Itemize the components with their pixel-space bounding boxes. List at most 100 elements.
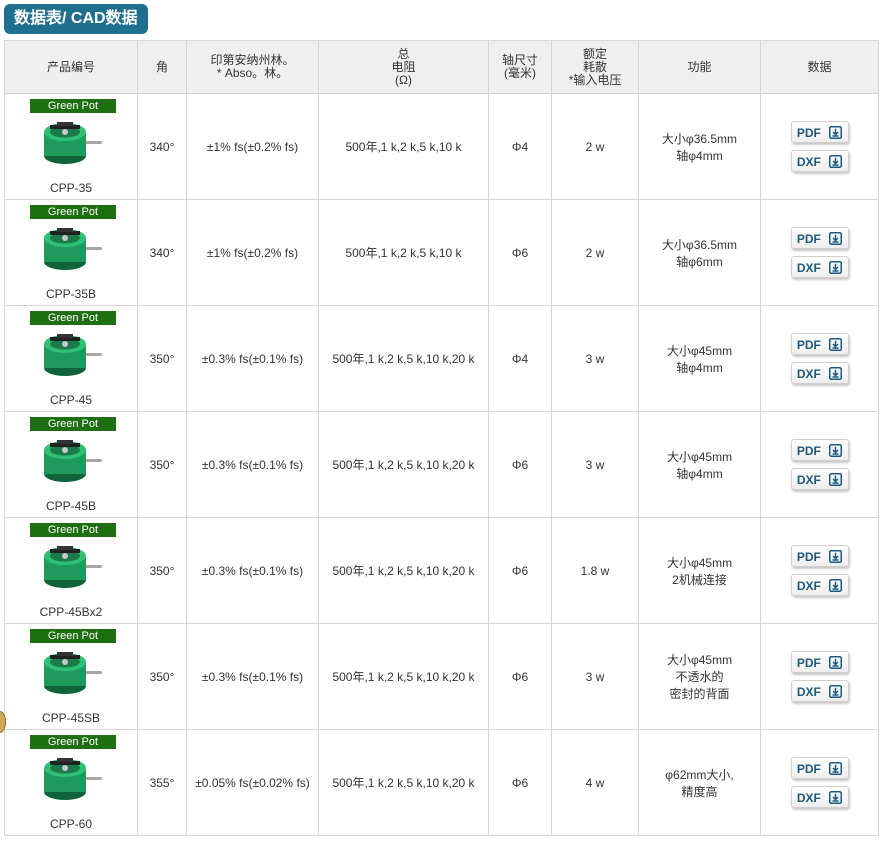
shaft-cell: Φ6 bbox=[488, 411, 552, 518]
angle-cell: 350° bbox=[137, 305, 187, 412]
download-icon bbox=[829, 685, 843, 699]
angle-cell: 350° bbox=[137, 411, 187, 518]
dxf-download-button[interactable]: DXF bbox=[790, 680, 849, 702]
product-cell[interactable]: Green Pot CPP-45Bx2 bbox=[4, 517, 138, 624]
potentiometer-image[interactable] bbox=[41, 648, 103, 698]
linearity-cell: ±0.3% fs(±0.1% fs) bbox=[186, 411, 319, 518]
function-cell: 大小φ45mm 轴φ4mm bbox=[638, 411, 761, 518]
potentiometer-image[interactable] bbox=[41, 754, 103, 804]
download-icon bbox=[829, 473, 843, 487]
pdf-download-button[interactable]: PDF bbox=[790, 545, 849, 567]
power-cell: 4 w bbox=[551, 729, 639, 836]
power-cell: 1.8 w bbox=[551, 517, 639, 624]
header-linearity: 印第安纳州林。 * Abso。林。 bbox=[186, 40, 319, 94]
function-cell: 大小φ45mm 轴φ4mm bbox=[638, 305, 761, 412]
data-cell: PDF DXF bbox=[760, 623, 879, 730]
power-cell: 2 w bbox=[551, 93, 639, 200]
dxf-download-button[interactable]: DXF bbox=[790, 786, 849, 808]
shaft-cell: Φ6 bbox=[488, 623, 552, 730]
model-number: CPP-60 bbox=[49, 817, 93, 831]
angle-cell: 350° bbox=[137, 623, 187, 730]
resistance-cell: 500年,1 k,2 k,5 k,10 k,20 k bbox=[318, 517, 489, 624]
shaft-cell: Φ6 bbox=[488, 517, 552, 624]
model-number: CPP-45 bbox=[49, 393, 93, 407]
potentiometer-image[interactable] bbox=[41, 118, 103, 168]
header-data: 数据 bbox=[760, 40, 879, 94]
download-icon bbox=[829, 579, 843, 593]
pdf-download-button[interactable]: PDF bbox=[790, 651, 849, 673]
download-icon bbox=[829, 791, 843, 805]
linearity-cell: ±0.3% fs(±0.1% fs) bbox=[186, 623, 319, 730]
section-title-tab: 数据表/ CAD数据 bbox=[4, 4, 148, 34]
download-icon bbox=[829, 155, 843, 169]
data-cell: PDF DXF bbox=[760, 305, 879, 412]
table-row: Green Pot CPP-45Bx2 350° ±0.3% fs(±0.1% … bbox=[4, 517, 879, 624]
download-icon bbox=[829, 261, 843, 275]
table-row: Green Pot CPP-35B 340° ±1% fs(±0.2% fs) … bbox=[4, 199, 879, 306]
model-number: CPP-35 bbox=[49, 181, 93, 195]
dxf-download-button[interactable]: DXF bbox=[790, 150, 849, 172]
linearity-cell: ±0.3% fs(±0.1% fs) bbox=[186, 305, 319, 412]
angle-cell: 355° bbox=[137, 729, 187, 836]
power-cell: 3 w bbox=[551, 305, 639, 412]
linearity-cell: ±1% fs(±0.2% fs) bbox=[186, 199, 319, 306]
dxf-download-button[interactable]: DXF bbox=[790, 574, 849, 596]
table-row: Green Pot CPP-45B 350° ±0.3% fs(±0.1% fs… bbox=[4, 411, 879, 518]
shaft-cell: Φ6 bbox=[488, 729, 552, 836]
pdf-download-button[interactable]: PDF bbox=[790, 757, 849, 779]
model-number: CPP-35B bbox=[45, 287, 97, 301]
potentiometer-image[interactable] bbox=[41, 224, 103, 274]
data-cell: PDF DXF bbox=[760, 729, 879, 836]
pdf-download-button[interactable]: PDF bbox=[790, 439, 849, 461]
shaft-cell: Φ4 bbox=[488, 93, 552, 200]
model-number: CPP-45B bbox=[45, 499, 97, 513]
function-cell: 大小φ36.5mm 轴φ4mm bbox=[638, 93, 761, 200]
pdf-download-button[interactable]: PDF bbox=[790, 121, 849, 143]
download-icon bbox=[829, 762, 843, 776]
product-cell[interactable]: Green Pot CPP-60 bbox=[4, 729, 138, 836]
table-row: Green Pot CPP-60 355° ±0.05% fs(±0.02% f… bbox=[4, 729, 879, 836]
linearity-cell: ±0.3% fs(±0.1% fs) bbox=[186, 517, 319, 624]
table-row: Green Pot CPP-45 350° ±0.3% fs(±0.1% fs)… bbox=[4, 305, 879, 412]
resistance-cell: 500年,1 k,2 k,5 k,10 k,20 k bbox=[318, 729, 489, 836]
function-cell: 大小φ36.5mm 轴φ6mm bbox=[638, 199, 761, 306]
datasheet-table: 产品编号 角 印第安纳州林。 * Abso。林。 总电阻 (Ω) 轴尺寸 (毫米) 额… bbox=[4, 40, 879, 836]
pdf-download-button[interactable]: PDF bbox=[790, 227, 849, 249]
product-cell[interactable]: Green Pot CPP-35B bbox=[4, 199, 138, 306]
potentiometer-image[interactable] bbox=[41, 436, 103, 486]
potentiometer-image[interactable] bbox=[41, 330, 103, 380]
download-icon bbox=[829, 367, 843, 381]
potentiometer-image[interactable] bbox=[41, 542, 103, 592]
dxf-download-button[interactable]: DXF bbox=[790, 362, 849, 384]
product-cell[interactable]: Green Pot CPP-35 bbox=[4, 93, 138, 200]
linearity-cell: ±0.05% fs(±0.02% fs) bbox=[186, 729, 319, 836]
green-pot-badge: Green Pot bbox=[30, 629, 116, 643]
product-cell[interactable]: Green Pot CPP-45 bbox=[4, 305, 138, 412]
data-cell: PDF DXF bbox=[760, 517, 879, 624]
download-icon bbox=[829, 550, 843, 564]
green-pot-badge: Green Pot bbox=[30, 311, 116, 325]
dxf-download-button[interactable]: DXF bbox=[790, 468, 849, 490]
header-function: 功能 bbox=[638, 40, 761, 94]
pdf-download-button[interactable]: PDF bbox=[790, 333, 849, 355]
product-cell[interactable]: Green Pot CPP-45SB bbox=[4, 623, 138, 730]
shaft-cell: Φ4 bbox=[488, 305, 552, 412]
green-pot-badge: Green Pot bbox=[30, 735, 116, 749]
green-pot-badge: Green Pot bbox=[30, 417, 116, 431]
linearity-cell: ±1% fs(±0.2% fs) bbox=[186, 93, 319, 200]
download-icon bbox=[829, 338, 843, 352]
function-cell: 大小φ45mm 不透水的 密封的背面 bbox=[638, 623, 761, 730]
data-cell: PDF DXF bbox=[760, 411, 879, 518]
resistance-cell: 500年,1 k,2 k,5 k,10 k,20 k bbox=[318, 411, 489, 518]
resistance-cell: 500年,1 k,2 k,5 k,10 k bbox=[318, 199, 489, 306]
data-cell: PDF DXF bbox=[760, 93, 879, 200]
table-row: Green Pot CPP-35 340° ±1% fs(±0.2% fs) 5… bbox=[4, 93, 879, 200]
green-pot-badge: Green Pot bbox=[30, 523, 116, 537]
shaft-cell: Φ6 bbox=[488, 199, 552, 306]
table-row: Green Pot CPP-45SB 350° ±0.3% fs(±0.1% f… bbox=[4, 623, 879, 730]
dxf-download-button[interactable]: DXF bbox=[790, 256, 849, 278]
product-cell[interactable]: Green Pot CPP-45B bbox=[4, 411, 138, 518]
power-cell: 3 w bbox=[551, 411, 639, 518]
resistance-cell: 500年,1 k,2 k,5 k,10 k bbox=[318, 93, 489, 200]
function-cell: φ62mm大小, 精度高 bbox=[638, 729, 761, 836]
